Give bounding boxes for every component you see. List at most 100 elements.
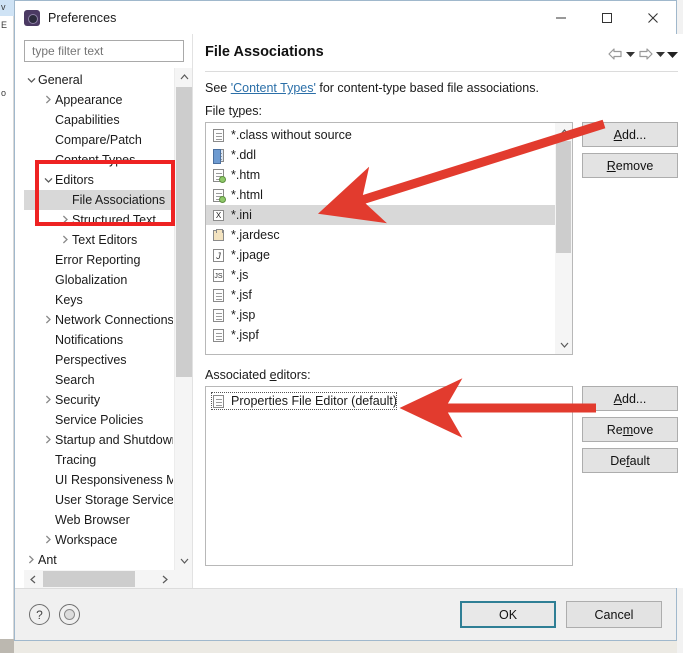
sidebar-item-label: Service Policies [55,413,144,427]
sidebar-item-appearance[interactable]: Appearance [24,90,173,110]
search-input[interactable] [30,43,178,59]
sidebar-item-startup-and-shutdown[interactable]: Startup and Shutdown [24,430,173,450]
jar-file-icon [211,228,226,243]
content-types-link[interactable]: 'Content Types' [231,81,316,95]
ok-button[interactable]: OK [460,601,556,628]
chevron-right-icon[interactable] [58,215,72,226]
file-type-row[interactable]: *.html [206,185,555,205]
sidebar-item-label: Text Editors [72,233,138,247]
header-divider [205,71,678,72]
sidebar-item-label: Web Browser [55,513,130,527]
sidebar-item-capabilities[interactable]: Capabilities [24,110,173,130]
apply-settings-icon[interactable] [59,604,80,625]
file-type-add-button[interactable]: Add... [582,122,678,147]
sidebar-item-content-types[interactable]: Content Types [24,150,173,170]
chevron-right-icon[interactable] [58,235,72,246]
file-type-label: *.jsf [231,288,252,302]
file-types-scroll-down-icon[interactable] [555,336,572,354]
sidebar-item-file-associations[interactable]: File Associations [24,190,173,210]
tree-scroll-thumb[interactable] [176,87,192,377]
sidebar-item-keys[interactable]: Keys [24,290,173,310]
chevron-down-icon[interactable] [41,176,55,185]
sidebar-item-label: Appearance [55,93,123,107]
sidebar-item-workspace[interactable]: Workspace [24,530,173,550]
file-type-row[interactable]: *.jsf [206,285,555,305]
cancel-button[interactable]: Cancel [566,601,662,628]
back-menu-chevron-down-icon[interactable] [625,46,636,62]
file-type-label: *.htm [231,168,261,182]
file-type-label: *.jsp [231,308,256,322]
sidebar-item-general[interactable]: General [24,70,173,90]
file-types-label: File types: [205,104,262,118]
sidebar-item-structured-text[interactable]: Structured Text [24,210,173,230]
sidebar-item-text-editors[interactable]: Text Editors [24,230,173,250]
sidebar-item-globalization[interactable]: Globalization [24,270,173,290]
sidebar-item-error-reporting[interactable]: Error Reporting [24,250,173,270]
sidebar-item-ant[interactable]: Ant [24,550,173,570]
view-menu-chevron-down-icon[interactable] [667,46,678,62]
sidebar-item-ui-responsiveness-monitoring[interactable]: UI Responsiveness Monitoring [24,470,173,490]
associated-editors-list[interactable]: Properties File Editor (default) [206,387,572,565]
file-type-row[interactable]: *.jsp [206,305,555,325]
chevron-right-icon[interactable] [41,435,55,446]
chevron-down-icon[interactable] [24,76,38,85]
file-type-row[interactable]: *.jardesc [206,225,555,245]
sidebar-item-service-policies[interactable]: Service Policies [24,410,173,430]
chevron-right-icon[interactable] [41,535,55,546]
sidebar-item-user-storage-service[interactable]: User Storage Service [24,490,173,510]
file-type-row[interactable]: *.htm [206,165,555,185]
filter-box[interactable] [24,40,184,62]
file-types-scroll-up-icon[interactable] [555,123,572,141]
file-type-label: *.js [231,268,249,282]
tree-vertical-scrollbar[interactable] [174,68,192,570]
tree-horizontal-scrollbar[interactable] [24,570,192,588]
sidebar-item-editors[interactable]: Editors [24,170,173,190]
file-type-row[interactable]: *.class without source [206,125,555,145]
associated-editor-row[interactable]: Properties File Editor (default) [211,392,398,410]
sidebar-item-security[interactable]: Security [24,390,173,410]
sidebar-item-perspectives[interactable]: Perspectives [24,350,173,370]
html-file-icon [211,168,226,183]
file-types-listbox[interactable]: *.class without source *.ddl *.htm *.html X *… [205,122,573,355]
sidebar-item-search[interactable]: Search [24,370,173,390]
editor-add-button[interactable]: Add... [582,386,678,411]
editor-default-button[interactable]: De f ault [582,448,678,473]
question-mark-icon[interactable]: ? [29,604,50,625]
background-glyph-3: o [1,88,7,98]
chevron-right-icon[interactable] [41,315,55,326]
file-type-row[interactable]: JS *.js [206,265,555,285]
close-button[interactable] [630,1,676,34]
sidebar-item-notifications[interactable]: Notifications [24,330,173,350]
chevron-right-icon[interactable] [41,95,55,106]
background-glyph-1: v [1,2,6,12]
file-type-remove-button[interactable]: Remove [582,153,678,178]
file-type-row[interactable]: *.ddl [206,145,555,165]
scroll-right-icon[interactable] [156,570,174,588]
sidebar-item-network-connections[interactable]: Network Connections [24,310,173,330]
editor-remove-button[interactable]: Re m ove [582,417,678,442]
document-icon [211,328,226,343]
file-type-row[interactable]: *.jspf [206,325,555,345]
chevron-right-icon[interactable] [41,395,55,406]
file-type-label: *.jardesc [231,228,280,242]
maximize-button[interactable] [584,1,630,34]
scroll-left-icon[interactable] [24,570,42,588]
file-type-row[interactable]: J *.jpage [206,245,555,265]
sidebar-item-compare-patch[interactable]: Compare/Patch [24,130,173,150]
forward-icon[interactable] [637,46,654,62]
sidebar-item-tracing[interactable]: Tracing [24,450,173,470]
file-type-row[interactable]: X *.ini [206,205,555,225]
file-types-scrollbar[interactable] [555,123,572,354]
chevron-right-icon[interactable] [24,555,38,566]
file-types-scroll-thumb[interactable] [556,141,571,253]
back-icon[interactable] [607,46,624,62]
minimize-button[interactable] [538,1,584,34]
sidebar-item-web-browser[interactable]: Web Browser [24,510,173,530]
preferences-tree[interactable]: General Appearance Capabilities Compare/Pat… [24,68,173,570]
scroll-down-icon[interactable] [175,552,192,570]
scroll-up-icon[interactable] [175,68,192,86]
forward-menu-chevron-down-icon[interactable] [655,46,666,62]
file-types-list[interactable]: *.class without source *.ddl *.htm *.html X *… [206,123,555,354]
tree-hscroll-thumb[interactable] [43,571,135,587]
associated-editors-listbox[interactable]: Properties File Editor (default) [205,386,573,566]
